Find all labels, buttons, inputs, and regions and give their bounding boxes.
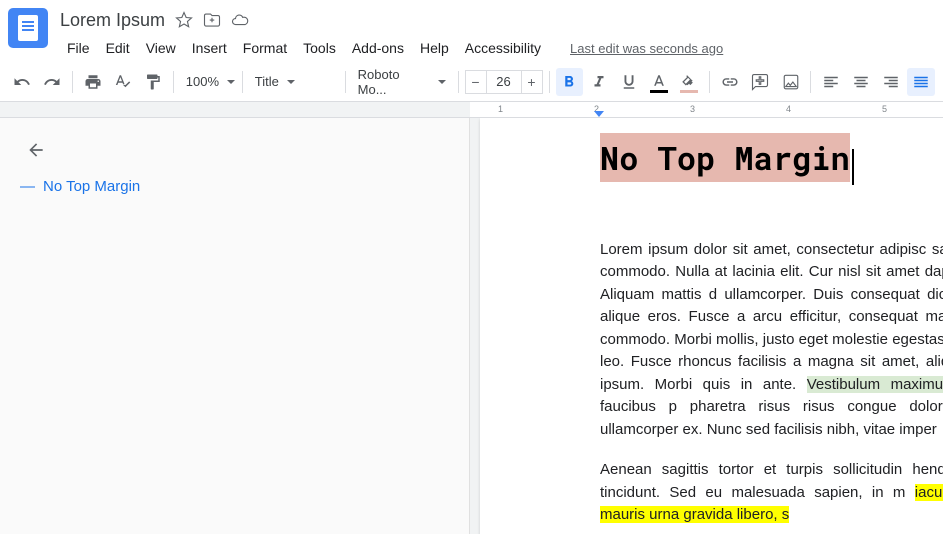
align-justify-button[interactable]	[907, 68, 935, 96]
indent-marker-icon[interactable]	[594, 111, 604, 117]
document-canvas[interactable]: No Top Margin Lorem ipsum dolor sit amet…	[470, 118, 943, 534]
menu-bar: File Edit View Insert Format Tools Add-o…	[60, 34, 935, 62]
outline-bullet-icon: —	[20, 178, 35, 195]
menu-addons[interactable]: Add-ons	[345, 36, 411, 60]
bold-button[interactable]	[556, 68, 584, 96]
font-size-input[interactable]: 26	[487, 70, 521, 94]
menu-file[interactable]: File	[60, 36, 97, 60]
add-comment-button[interactable]	[746, 68, 774, 96]
ruler[interactable]: 1 2 3 4 5	[0, 102, 943, 118]
zoom-dropdown[interactable]: 100%	[180, 68, 236, 96]
toolbar: 100% Title Roboto Mo... − 26 +	[0, 62, 943, 102]
star-icon[interactable]	[175, 11, 193, 29]
text-cursor	[852, 149, 854, 185]
cloud-saved-icon[interactable]	[231, 11, 249, 29]
redo-button[interactable]	[38, 68, 66, 96]
styles-dropdown[interactable]: Title	[249, 68, 339, 96]
docs-logo[interactable]	[8, 8, 48, 48]
highlight-color-button[interactable]	[675, 68, 703, 96]
print-button[interactable]	[79, 68, 107, 96]
menu-edit[interactable]: Edit	[99, 36, 137, 60]
font-size-increase[interactable]: +	[521, 70, 543, 94]
outline-item[interactable]: — No Top Margin	[20, 178, 469, 195]
align-left-button[interactable]	[817, 68, 845, 96]
menu-tools[interactable]: Tools	[296, 36, 343, 60]
insert-link-button[interactable]	[716, 68, 744, 96]
menu-format[interactable]: Format	[236, 36, 294, 60]
font-dropdown[interactable]: Roboto Mo...	[352, 68, 452, 96]
highlight-green[interactable]: Vestibulum maximus	[807, 376, 943, 393]
menu-insert[interactable]: Insert	[185, 36, 234, 60]
menu-accessibility[interactable]: Accessibility	[458, 36, 548, 60]
outline-item-label: No Top Margin	[43, 178, 140, 195]
header: Lorem Ipsum File Edit View Insert Format…	[0, 0, 943, 62]
body-text[interactable]: Lorem ipsum dolor sit amet, consectetur …	[600, 239, 943, 527]
page[interactable]: No Top Margin Lorem ipsum dolor sit amet…	[480, 118, 943, 534]
font-size-decrease[interactable]: −	[465, 70, 487, 94]
outline-panel: — No Top Margin	[0, 118, 470, 534]
move-icon[interactable]	[203, 11, 221, 29]
italic-button[interactable]	[585, 68, 613, 96]
paint-format-button[interactable]	[139, 68, 167, 96]
last-edit-link[interactable]: Last edit was seconds ago	[570, 41, 723, 56]
text-color-button[interactable]	[645, 68, 673, 96]
spellcheck-button[interactable]	[109, 68, 137, 96]
doc-title[interactable]: Lorem Ipsum	[60, 10, 165, 31]
menu-help[interactable]: Help	[413, 36, 456, 60]
align-center-button[interactable]	[847, 68, 875, 96]
undo-button[interactable]	[8, 68, 36, 96]
underline-button[interactable]	[615, 68, 643, 96]
heading-title[interactable]: No Top Margin	[600, 133, 850, 182]
outline-back-button[interactable]	[20, 134, 52, 166]
menu-view[interactable]: View	[139, 36, 183, 60]
align-right-button[interactable]	[877, 68, 905, 96]
insert-image-button[interactable]	[776, 68, 804, 96]
